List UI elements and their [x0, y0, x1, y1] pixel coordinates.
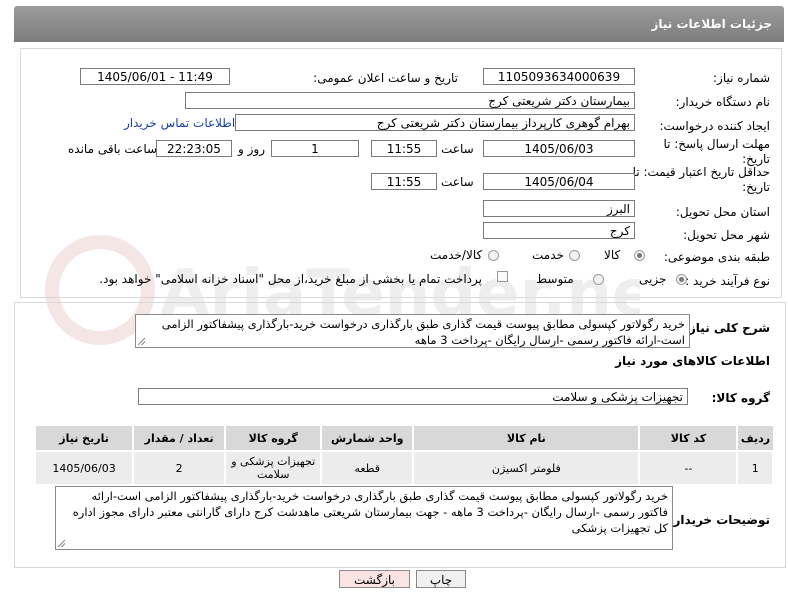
table-header-row-number: ردیف — [736, 425, 774, 452]
table-cell-row-number: 1 — [736, 450, 774, 486]
reply-deadline-label: مهلت ارسال پاسخ: تا تاریخ: — [663, 137, 770, 166]
buyer-org-label: نام دستگاه خریدار: — [675, 95, 771, 109]
category-option-goods-service: کالا/خدمت — [430, 248, 483, 262]
description-label: شرح کلی نیاز: — [684, 321, 770, 335]
table-cell-date: 1405/06/03 — [33, 450, 135, 486]
requester-label: ایجاد کننده درخواست: — [659, 119, 770, 133]
price-validity-date: 1405/06/04 — [483, 173, 635, 190]
province-label: استان محل تحویل: — [675, 205, 770, 219]
buyer-contact-link[interactable]: اطلاعات تماس خریدار — [124, 116, 235, 130]
table-header-quantity: تعداد / مقدار — [132, 425, 226, 452]
announce-datetime-label: تاریخ و ساعت اعلان عمومی: — [313, 71, 458, 85]
category-radio-goods-service[interactable] — [488, 250, 499, 261]
goods-table: ردیف کد کالا نام کالا واحد شمارش گروه کا… — [33, 425, 774, 486]
category-option-service: خدمت — [532, 248, 564, 262]
goods-group-field: تجهیزات پزشکی و سلامت — [138, 388, 688, 405]
process-option-partial: جزیی — [639, 272, 667, 286]
print-button[interactable]: چاپ — [416, 570, 466, 588]
table-header-unit: واحد شمارش — [320, 425, 414, 452]
process-radio-medium[interactable] — [593, 274, 604, 285]
category-radio-service[interactable] — [569, 250, 580, 261]
table-header-code: کد کالا — [638, 425, 738, 452]
page-header: جزئیات اطلاعات نیاز — [14, 6, 784, 42]
requester-field: بهرام گوهری کارپرداز بیمارستان دکتر شریع… — [235, 114, 635, 131]
price-validity-time: 11:55 — [371, 173, 437, 190]
table-cell-code: -- — [638, 450, 739, 486]
category-label: طبقه بندی موضوعی: — [663, 250, 770, 264]
remaining-days-field: 1 — [271, 140, 359, 157]
goods-info-title: اطلاعات کالاهای مورد نیاز — [615, 354, 770, 368]
purchase-process-label: نوع فرآیند خرید : — [685, 274, 770, 288]
buyer-notes-text: خرید رگولاتور کپسولی مطابق پیوست قیمت گذ… — [72, 489, 668, 535]
treasury-checkbox[interactable] — [497, 271, 508, 282]
province-field: البرز — [483, 200, 635, 217]
resize-handle-icon[interactable] — [58, 540, 65, 547]
reply-deadline-time: 11:55 — [371, 140, 437, 157]
process-option-medium: متوسط — [536, 272, 574, 286]
reply-time-label: ساعت — [441, 142, 474, 156]
city-label: شهر محل تحویل: — [683, 228, 770, 242]
remaining-time-field: 22:23:05 — [156, 140, 232, 157]
table-cell-unit: قطعه — [320, 450, 415, 486]
category-radio-goods[interactable] — [634, 250, 645, 261]
treasury-checkbox-label: پرداخت تمام یا بخشی از مبلغ خرید،از محل … — [99, 272, 482, 286]
remaining-label: ساعت باقی مانده — [68, 142, 158, 156]
table-cell-group: تجهیزات پزشکی و سلامت — [224, 450, 323, 486]
table-row: 1 -- فلومتر اکسیژن قطعه تجهیزات پزشکی و … — [33, 450, 774, 486]
table-header-group: گروه کالا — [224, 425, 322, 452]
need-number-field: 1105093634000639 — [483, 68, 635, 85]
table-header-name: نام کالا — [412, 425, 640, 452]
goods-group-label: گروه کالا: — [711, 391, 770, 405]
description-text: خرید رگولاتور کپسولی مطابق پیوست قیمت گذ… — [161, 317, 685, 347]
description-textarea: خرید رگولاتور کپسولی مطابق پیوست قیمت گذ… — [135, 314, 690, 348]
back-button[interactable]: بازگشت — [339, 570, 410, 588]
price-validity-time-label: ساعت — [441, 175, 474, 189]
page-title: جزئیات اطلاعات نیاز — [651, 17, 772, 31]
category-option-goods: کالا — [604, 248, 621, 262]
price-validity-label: حداقل تاریخ اعتبار قیمت: تا تاریخ: — [632, 165, 770, 194]
buyer-notes-textarea: خرید رگولاتور کپسولی مطابق پیوست قیمت گذ… — [55, 486, 673, 550]
buyer-org-field: بیمارستان دکتر شریعتی کرج — [185, 92, 635, 109]
city-field: کرج — [483, 222, 635, 239]
announce-datetime-field: 1405/06/01 - 11:49 — [80, 68, 230, 85]
need-number-label: شماره نیاز: — [713, 71, 770, 85]
process-radio-partial[interactable] — [676, 274, 687, 285]
days-label: روز و — [238, 142, 265, 156]
buyer-notes-label: توضیحات خریدار: — [668, 513, 770, 527]
resize-handle-icon[interactable] — [138, 338, 145, 345]
reply-deadline-date: 1405/06/03 — [483, 140, 635, 157]
table-cell-quantity: 2 — [132, 450, 227, 486]
table-cell-name: فلومتر اکسیژن — [412, 450, 641, 486]
table-header-date: تاریخ نیاز — [33, 425, 134, 452]
